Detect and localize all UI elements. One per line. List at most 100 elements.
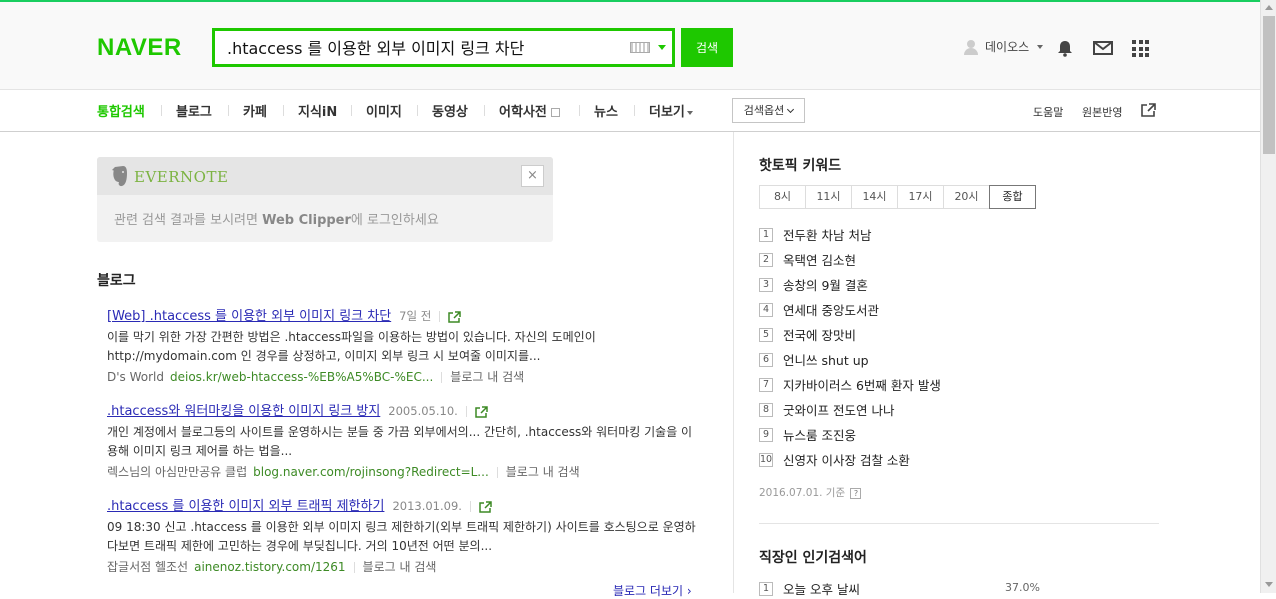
time-tab[interactable]: 11시 bbox=[805, 185, 852, 209]
evernote-message: 관련 검색 결과를 보시려면 Web Clipper에 로그인하세요 bbox=[114, 213, 439, 228]
basis-date: 2016.07.01. 기준 ? bbox=[759, 485, 862, 500]
time-tab-active[interactable]: 종합 bbox=[989, 185, 1036, 209]
in-blog-search-link[interactable]: 블로그 내 검색 bbox=[363, 560, 437, 574]
blog-more-link[interactable]: 블로그 더보기 › bbox=[613, 582, 692, 599]
keyword-link[interactable]: 굿와이프 전도연 나나 bbox=[783, 400, 894, 419]
tab-kin[interactable]: 지식iN bbox=[298, 101, 337, 120]
search-input[interactable] bbox=[225, 35, 625, 59]
keyword-item[interactable]: 7 지카바이러스 6번째 환자 발생 bbox=[759, 375, 941, 394]
rank-number: 1 bbox=[759, 581, 773, 596]
result-url[interactable]: ainenoz.tistory.com/1261 bbox=[194, 560, 345, 574]
help-icon[interactable]: ? bbox=[850, 487, 862, 499]
search-options-label: 검색옵션 bbox=[743, 104, 785, 117]
tab-image[interactable]: 이미지 bbox=[366, 101, 402, 120]
keyword-link[interactable]: 전국에 장맛비 bbox=[783, 325, 856, 344]
search-box[interactable] bbox=[212, 28, 675, 67]
keyword-item[interactable]: 9 뉴스룸 조진웅 bbox=[759, 425, 856, 444]
time-tab[interactable]: 17시 bbox=[897, 185, 944, 209]
scroll-thumb[interactable] bbox=[1263, 16, 1275, 154]
keyword-link[interactable]: 옥택연 김소현 bbox=[783, 250, 856, 269]
result-url[interactable]: deios.kr/web-htaccess-%EB%A5%BC-%EC... bbox=[170, 370, 433, 384]
in-blog-search-link[interactable]: 블로그 내 검색 bbox=[450, 370, 524, 384]
popular-keyword-link[interactable]: 오늘 오후 날씨 bbox=[783, 579, 860, 598]
keyword-item[interactable]: 4 연세대 중앙도서관 bbox=[759, 300, 879, 319]
rank-number: 4 bbox=[759, 302, 773, 317]
avatar bbox=[963, 39, 979, 55]
rank-number: 1 bbox=[759, 227, 773, 242]
vertical-scrollbar[interactable] bbox=[1260, 0, 1276, 593]
mail-icon[interactable] bbox=[1093, 41, 1113, 55]
time-tab[interactable]: 20시 bbox=[943, 185, 990, 209]
apps-grid-icon[interactable] bbox=[1132, 40, 1149, 57]
keyboard-icon[interactable] bbox=[630, 42, 650, 53]
tab-dictionary[interactable]: 어학사전 bbox=[499, 101, 560, 120]
external-link-icon[interactable] bbox=[479, 500, 492, 513]
rank-number: 6 bbox=[759, 352, 773, 367]
keyword-item[interactable]: 2 옥택연 김소현 bbox=[759, 250, 856, 269]
keyword-link[interactable]: 연세대 중앙도서관 bbox=[783, 300, 879, 319]
hot-topic-time-tabs: 8시 11시 14시 17시 20시 종합 bbox=[759, 185, 1036, 209]
external-link-icon[interactable] bbox=[475, 405, 488, 418]
tab-news[interactable]: 뉴스 bbox=[594, 101, 618, 120]
search-button[interactable]: 검색 bbox=[681, 28, 733, 67]
keyword-item[interactable]: 5 전국에 장맛비 bbox=[759, 325, 856, 344]
header: NAVER 검색 데이오스 bbox=[0, 2, 1260, 90]
result-title-link[interactable]: .htaccess와 워터마킹을 이용한 이미지 링크 방지 bbox=[107, 404, 380, 419]
rank-number: 5 bbox=[759, 327, 773, 342]
keyword-link[interactable]: 뉴스룸 조진웅 bbox=[783, 425, 856, 444]
rank-number: 8 bbox=[759, 402, 773, 417]
divider bbox=[759, 523, 1159, 524]
evernote-elephant-icon bbox=[112, 166, 127, 187]
result-title-link[interactable]: .htaccess 를 이용한 이미지 외부 트래픽 제한하기 bbox=[107, 499, 384, 514]
result-description: 개인 계정에서 블로그등의 사이트를 운영하시는 분들 중 가끔 외부에서의..… bbox=[107, 425, 693, 458]
result-source[interactable]: D's World bbox=[107, 370, 164, 384]
evernote-header: EVERNOTE × bbox=[97, 157, 553, 195]
web-clipper-link[interactable]: Web Clipper bbox=[262, 213, 351, 228]
scroll-down-arrow-icon[interactable] bbox=[1265, 582, 1273, 587]
result-source[interactable]: 렉스님의 아심만만공유 클럽 bbox=[107, 465, 247, 479]
tab-integrated[interactable]: 통합검색 bbox=[97, 101, 145, 120]
keyword-link[interactable]: 송창의 9월 결혼 bbox=[783, 275, 868, 294]
rank-number: 9 bbox=[759, 427, 773, 442]
tab-cafe[interactable]: 카페 bbox=[243, 101, 267, 120]
result-title-link[interactable]: [Web] .htaccess 를 이용한 외부 이미지 링크 차단 bbox=[107, 309, 391, 324]
keyword-link[interactable]: 전두환 차남 처남 bbox=[783, 225, 871, 244]
keyword-item[interactable]: 3 송창의 9월 결혼 bbox=[759, 275, 868, 294]
keyword-link[interactable]: 지카바이러스 6번째 환자 발생 bbox=[783, 375, 941, 394]
close-button[interactable]: × bbox=[521, 165, 544, 187]
result-description: 이를 막기 위한 가장 간편한 방법은 .htaccess파일을 이용하는 방법… bbox=[107, 330, 596, 363]
keyword-item[interactable]: 1 전두환 차남 처남 bbox=[759, 225, 871, 244]
keyword-link[interactable]: 신영자 이사장 검찰 소환 bbox=[783, 450, 910, 469]
result-url[interactable]: blog.naver.com/rojinsong?Redirect=L... bbox=[253, 465, 489, 479]
external-link-icon[interactable] bbox=[448, 310, 462, 323]
hot-topic-title: 핫토픽 키워드 bbox=[759, 158, 842, 174]
search-options-button[interactable]: 검색옵션 bbox=[732, 98, 805, 123]
tab-more[interactable]: 더보기 bbox=[649, 101, 693, 120]
result-source[interactable]: 잡글서점 헬조선 bbox=[107, 560, 188, 574]
keyword-item[interactable]: 10 신영자 이사장 검찰 소환 bbox=[759, 450, 910, 469]
keyword-item[interactable]: 8 굿와이프 전도연 나나 bbox=[759, 400, 894, 419]
popular-search-item[interactable]: 1 오늘 오후 날씨 bbox=[759, 579, 1039, 598]
autocomplete-toggle-icon[interactable] bbox=[658, 45, 666, 50]
share-icon[interactable] bbox=[1141, 103, 1156, 117]
result-description: 09 18:30 신고 .htaccess 를 이용한 외부 이미지 링크 제한… bbox=[107, 520, 696, 553]
keyword-link[interactable]: 언니쓰 shut up bbox=[783, 350, 869, 369]
original-link[interactable]: 원본반영 bbox=[1082, 104, 1122, 120]
naver-logo[interactable]: NAVER bbox=[97, 34, 182, 62]
tab-blog[interactable]: 블로그 bbox=[176, 101, 212, 120]
keyword-item[interactable]: 6 언니쓰 shut up bbox=[759, 350, 869, 369]
tab-video[interactable]: 동영상 bbox=[432, 101, 468, 120]
user-menu[interactable]: 데이오스 bbox=[963, 38, 1044, 55]
help-link[interactable]: 도움말 bbox=[1033, 104, 1063, 120]
rank-number: 2 bbox=[759, 252, 773, 267]
in-blog-search-link[interactable]: 블로그 내 검색 bbox=[506, 465, 580, 479]
scroll-up-arrow-icon[interactable] bbox=[1265, 5, 1273, 10]
rank-number: 3 bbox=[759, 277, 773, 292]
bell-icon[interactable] bbox=[1057, 40, 1073, 57]
caret-down-icon bbox=[686, 110, 693, 115]
popular-percent: 37.0% bbox=[1005, 581, 1040, 594]
result-meta: D's World deios.kr/web-htaccess-%EB%A5%BC… bbox=[107, 368, 702, 385]
time-tab[interactable]: 8시 bbox=[759, 185, 806, 209]
blog-result: [Web] .htaccess 를 이용한 외부 이미지 링크 차단 7일 전 이… bbox=[107, 305, 702, 385]
time-tab[interactable]: 14시 bbox=[851, 185, 898, 209]
